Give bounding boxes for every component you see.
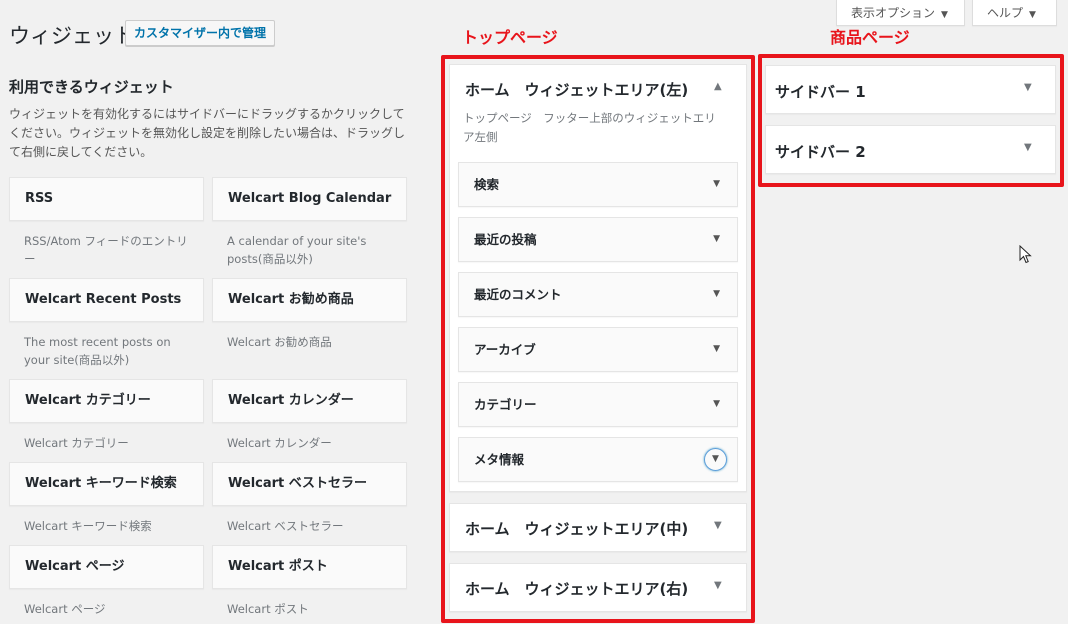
widget-description: Welcart お勧め商品	[227, 335, 332, 349]
widget-blog-calendar[interactable]: Welcart Blog Calendar	[212, 177, 407, 221]
widget-keyword-search[interactable]: Welcart キーワード検索	[9, 462, 204, 506]
annotation-box-product-page	[758, 54, 1064, 187]
annotation-top-page: トップページ	[462, 28, 558, 47]
available-widgets-description: ウィジェットを有効化するにはサイドバーにドラッグするかクリックしてください。ウィ…	[9, 107, 406, 159]
widget-description: Welcart カテゴリー	[24, 436, 129, 450]
widget-recent-posts[interactable]: Welcart Recent Posts	[9, 278, 204, 322]
page-title: ウィジェット	[9, 24, 135, 48]
widget-description: A calendar of your site's posts(商品以外)	[227, 234, 367, 266]
widget-post[interactable]: Welcart ポスト	[212, 545, 407, 589]
widget-rss[interactable]: RSS	[9, 177, 204, 221]
widget-best-seller[interactable]: Welcart ベストセラー	[212, 462, 407, 506]
widget-recommended-items[interactable]: Welcart お勧め商品	[212, 278, 407, 322]
manage-in-customizer-button[interactable]: カスタマイザー内で管理	[125, 20, 276, 46]
widget-category[interactable]: Welcart カテゴリー	[9, 379, 204, 423]
widget-description: Welcart ベストセラー	[227, 519, 344, 533]
screen-options-button[interactable]: 表示オプション ▼	[836, 0, 965, 26]
mouse-cursor-icon	[1019, 245, 1032, 264]
widget-description: Welcart カレンダー	[227, 436, 332, 450]
caret-down-icon: ▼	[941, 10, 948, 20]
widget-page[interactable]: Welcart ページ	[9, 545, 204, 589]
available-widgets-title: 利用できるウィジェット	[9, 78, 174, 96]
screen-options-label: 表示オプション	[851, 6, 936, 20]
widget-description: Welcart ページ	[24, 602, 106, 616]
widget-calendar[interactable]: Welcart カレンダー	[212, 379, 407, 423]
help-button[interactable]: ヘルプ ▼	[972, 0, 1057, 26]
annotation-box-top-page	[441, 55, 755, 623]
widget-description: Welcart ポスト	[227, 602, 309, 616]
annotation-product-page: 商品ページ	[830, 28, 910, 47]
widget-description: RSS/Atom フィードのエントリー	[24, 234, 188, 266]
widget-description: Welcart キーワード検索	[24, 519, 152, 533]
widget-description: The most recent posts on your site(商品以外)	[24, 335, 171, 367]
caret-down-icon: ▼	[1029, 10, 1036, 20]
help-label: ヘルプ	[987, 6, 1024, 20]
